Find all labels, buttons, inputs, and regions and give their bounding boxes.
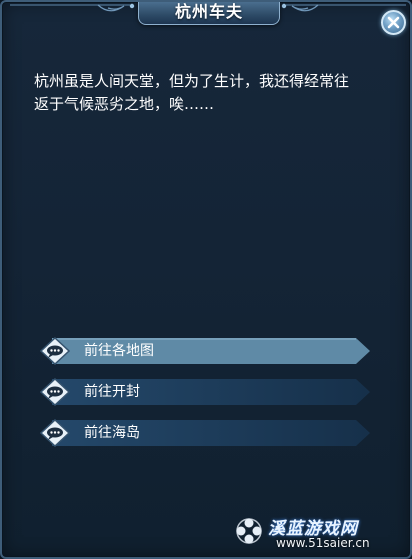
watermark-logo-icon — [236, 518, 262, 544]
narrative-line: 杭州虽是人间天堂，但为了生计，我还得经常往 — [34, 72, 350, 90]
option-go-kaifeng[interactable]: 前往开封 — [40, 378, 372, 406]
option-label: 前往海岛 — [84, 425, 140, 441]
dialog-title: 杭州车夫 — [174, 2, 243, 21]
npc-dialog-panel: 杭州车夫 杭州虽是人间天堂，但为了生计，我还得经常往 返于气候恶劣之地，唉…… … — [0, 0, 412, 559]
close-icon — [387, 16, 400, 29]
site-watermark: 溪蓝游戏网 www.51saier.cn — [230, 508, 410, 557]
title-plate: 杭州车夫 — [138, 2, 280, 25]
dialog-options: 前往各地图 前往开封 前往海岛 — [40, 337, 372, 460]
close-button[interactable] — [381, 10, 406, 35]
npc-narrative: 杭州虽是人间天堂，但为了生计，我还得经常往 返于气候恶劣之地，唉…… — [34, 70, 380, 116]
narrative-line: 返于气候恶劣之地，唉…… — [34, 95, 215, 113]
option-label: 前往开封 — [84, 384, 140, 400]
speech-bubble-icon — [40, 419, 70, 447]
option-go-all-maps[interactable]: 前往各地图 — [40, 337, 372, 365]
speech-bubble-icon — [40, 378, 70, 406]
watermark-url: www.51saier.cn — [276, 536, 370, 550]
option-label: 前往各地图 — [84, 343, 154, 359]
option-go-island[interactable]: 前往海岛 — [40, 419, 372, 447]
speech-bubble-icon — [40, 337, 70, 365]
